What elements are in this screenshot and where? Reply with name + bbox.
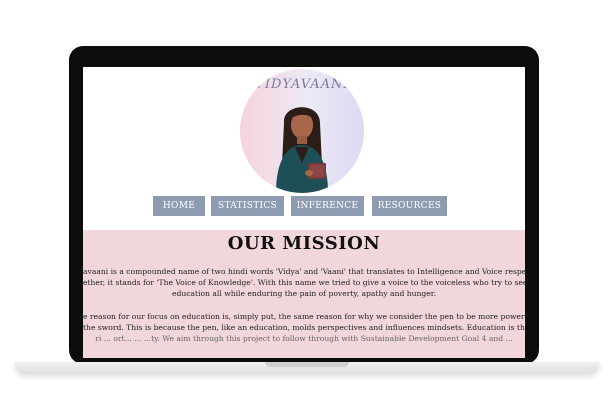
site-logo[interactable]: VIDYAVAANI <box>240 69 364 193</box>
mission-para1-line1: avaani is a compounded name of two hindi… <box>83 267 525 276</box>
mission-para1-line3: education all while enduring the pain of… <box>172 289 436 298</box>
mission-para2-line2: the sword. This is because the pen, like… <box>83 323 525 332</box>
laptop-notch <box>265 362 349 367</box>
logo-title: VIDYAVAANI <box>254 77 350 92</box>
woman-reading-illustration <box>276 107 328 193</box>
mission-para1-line2: ether, it stands for 'The Voice of Knowl… <box>83 278 525 287</box>
mission-para2-line1: e reason for our focus on education is, … <box>83 312 525 321</box>
nav-inference-button[interactable]: INFERENCE <box>291 196 364 216</box>
nav-statistics-button[interactable]: STATISTICS <box>211 196 284 216</box>
mission-section: OUR MISSION avaani is a compounded name … <box>83 230 525 358</box>
laptop-screen: VIDYAVAANI HOME STATISTICS INFERENCE RES… <box>83 67 525 358</box>
mission-title: OUR MISSION <box>227 233 381 254</box>
mission-para2-line3: ri ... ort... ... ...ty. We aim through … <box>95 334 513 343</box>
nav-home-button[interactable]: HOME <box>153 196 205 216</box>
nav-resources-button[interactable]: RESOURCES <box>372 196 447 216</box>
main-nav: HOME STATISTICS INFERENCE RESOURCES <box>83 196 525 218</box>
laptop-mockup: VIDYAVAANI HOME STATISTICS INFERENCE RES… <box>0 0 614 406</box>
